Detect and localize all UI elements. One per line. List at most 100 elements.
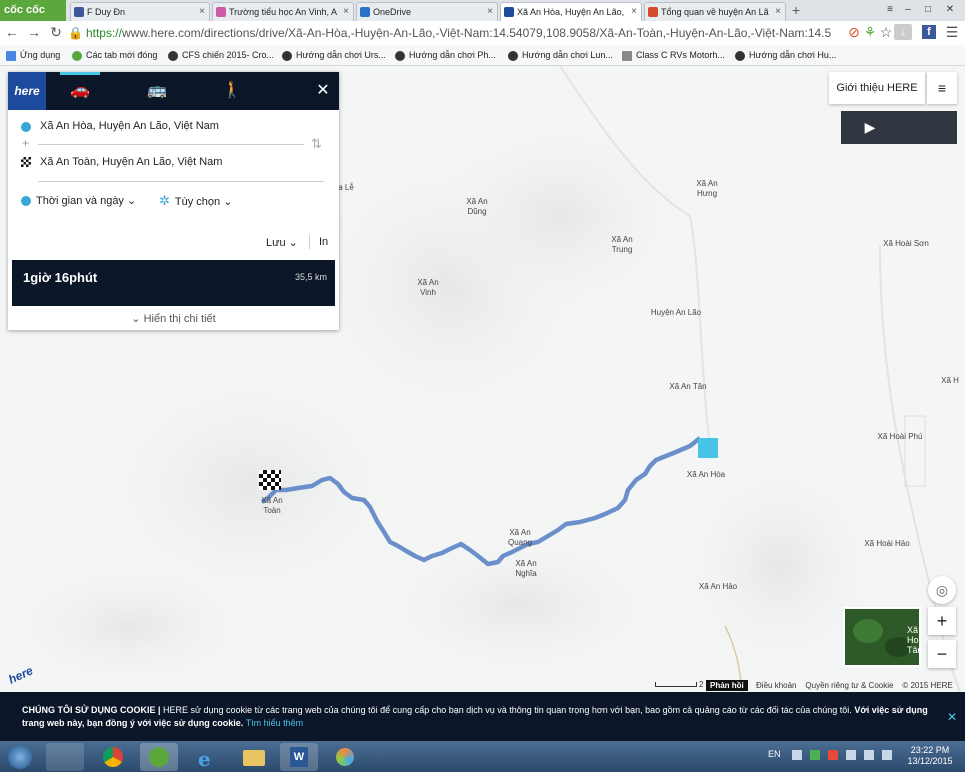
- tab-school[interactable]: Trường tiểu học An Vinh, A ×: [212, 2, 354, 21]
- facebook-icon[interactable]: f: [922, 25, 936, 39]
- satellite-label: Xã Hoài Tân: [907, 625, 921, 655]
- extension-icon[interactable]: ⚘: [862, 24, 878, 40]
- chrome-icon[interactable]: [94, 743, 132, 771]
- paint-icon[interactable]: [326, 743, 364, 771]
- language-indicator[interactable]: EN: [768, 749, 781, 759]
- back-arrow-icon[interactable]: ←: [4, 24, 20, 40]
- flag-icon[interactable]: [882, 750, 892, 760]
- coccoc-icon[interactable]: [140, 743, 178, 771]
- tab-close-icon[interactable]: ×: [487, 3, 493, 21]
- google-play-icon[interactable]: ▶: [841, 111, 899, 144]
- internet-explorer-icon[interactable]: e: [188, 743, 226, 771]
- bookmark-item[interactable]: Hướng dẫn chơi Ph...: [395, 48, 496, 62]
- show-details-link[interactable]: ⌄ Hiển thị chi tiết: [8, 312, 339, 325]
- here-logo[interactable]: here: [8, 72, 46, 110]
- forward-arrow-icon[interactable]: →: [26, 24, 42, 40]
- feedback-button[interactable]: Phản hồi: [706, 680, 748, 691]
- coccoc-logo: [149, 747, 169, 767]
- menu-icon[interactable]: ≡: [880, 2, 900, 18]
- zoom-out-button[interactable]: −: [928, 640, 956, 668]
- tab-close-icon[interactable]: ×: [631, 3, 637, 21]
- history-icon: [72, 50, 82, 61]
- destination-flag-icon[interactable]: [259, 470, 281, 490]
- download-icon[interactable]: ↓: [894, 24, 912, 40]
- bookmark-item[interactable]: CFS chiến 2015- Cro...: [168, 48, 274, 62]
- walk-icon[interactable]: 🚶: [212, 72, 252, 110]
- tab-close-icon[interactable]: ×: [775, 3, 781, 21]
- adblock-icon[interactable]: ⊘: [846, 24, 862, 40]
- save-button[interactable]: Lưu ⌄: [266, 236, 298, 249]
- place-label: Xã An Quang: [507, 528, 533, 547]
- destination-field[interactable]: Xã An Toàn, Huyện An Lão, Việt Nam: [40, 156, 222, 168]
- tab-close-icon[interactable]: ×: [343, 3, 349, 21]
- place-label: Xã An Nghĩa: [515, 559, 537, 578]
- volume-icon[interactable]: [846, 750, 856, 760]
- speaker-icon[interactable]: [792, 750, 802, 760]
- bookmark-item[interactable]: Hướng dẫn chơi Urs...: [282, 48, 386, 62]
- bookmark-label: Hướng dẫn chơi Hu...: [749, 50, 837, 60]
- place-label: Huyện An Lão: [650, 308, 702, 317]
- hamburger-menu-icon[interactable]: ≡: [927, 72, 957, 104]
- clock[interactable]: 23:22 PM 13/12/2015: [900, 745, 960, 767]
- minimize-button[interactable]: –: [898, 2, 918, 18]
- place-label: Xã Hoài Sơn: [883, 239, 929, 248]
- bookmark-apps[interactable]: Ứng dụng: [6, 48, 60, 62]
- window-close-button[interactable]: ✕: [940, 2, 960, 18]
- origin-marker[interactable]: [698, 438, 718, 458]
- privacy-link[interactable]: Quyền riêng tư & Cookie: [805, 681, 893, 690]
- intro-here-button[interactable]: Giới thiệu HERE: [829, 72, 925, 104]
- zoom-in-button[interactable]: +: [928, 607, 956, 635]
- terms-link[interactable]: Điều khoản: [756, 681, 796, 690]
- bookmark-item[interactable]: Class C RVs Motorh...: [622, 48, 725, 62]
- url-input[interactable]: 🔒 https://www.here.com/directions/drive/X…: [68, 24, 838, 42]
- tab-here-maps[interactable]: Xã An Hòa, Huyện An Lão, ×: [500, 2, 642, 21]
- origin-field[interactable]: Xã An Hòa, Huyện An Lão, Việt Nam: [40, 120, 219, 132]
- add-waypoint-icon[interactable]: +: [22, 136, 29, 150]
- settings-menu-icon[interactable]: ☰: [944, 24, 960, 40]
- tab-overview[interactable]: Tổng quan về huyện An Lã ×: [644, 2, 786, 21]
- swap-icon[interactable]: ⇅: [311, 136, 322, 152]
- start-button[interactable]: [2, 742, 38, 772]
- new-tab-button[interactable]: +: [792, 2, 800, 18]
- divider: [38, 181, 324, 182]
- bookmark-item[interactable]: Hướng dẫn chơi Lun...: [508, 48, 613, 62]
- tab-close-icon[interactable]: ×: [199, 3, 205, 21]
- car-icon[interactable]: 🚗: [60, 72, 100, 110]
- cookie-close-button[interactable]: ✕: [947, 710, 957, 724]
- locate-me-icon[interactable]: ◎: [928, 576, 956, 604]
- directions-panel: here 🚗 🚌 🚶 ✕ Xã An Hòa, Huyện An Lão, Vi…: [8, 72, 339, 330]
- word-icon[interactable]: W: [280, 743, 318, 771]
- bookmark-recent-tabs[interactable]: Các tab mới đóng: [72, 48, 157, 62]
- star-icon[interactable]: ☆: [878, 24, 894, 40]
- apple-icon[interactable]: [899, 111, 957, 144]
- terrain-patch: [853, 619, 883, 643]
- bookmark-label: CFS chiến 2015- Cro...: [182, 50, 275, 60]
- place-label: Xã An Toàn: [261, 496, 283, 515]
- media-player-icon[interactable]: [46, 743, 84, 771]
- close-panel-button[interactable]: ✕: [308, 72, 338, 110]
- tab-title: Xã An Hòa, Huyện An Lão,: [517, 7, 625, 17]
- bookmark-label: Các tab mới đóng: [86, 50, 158, 60]
- learn-more-link[interactable]: Tìm hiểu thêm: [246, 718, 304, 728]
- route-summary[interactable]: 1giờ 16phút 35,5 km: [12, 260, 335, 306]
- tab-facebook[interactable]: F Duy Đn ×: [70, 2, 210, 21]
- time-date-option[interactable]: Thời gian và ngày ⌄: [21, 194, 136, 207]
- copyright: © 2015 HERE: [902, 681, 953, 690]
- antivirus-icon[interactable]: [828, 750, 838, 760]
- route-options[interactable]: ✲ Tùy chọn ⌄: [159, 193, 232, 209]
- browser-logo[interactable]: cốc cốc: [0, 0, 66, 21]
- print-button[interactable]: In: [319, 236, 328, 248]
- satellite-view-thumbnail[interactable]: Xã Hoài Tân: [843, 607, 921, 667]
- maximize-button[interactable]: □: [918, 2, 938, 18]
- bookmark-label: Hướng dẫn chơi Urs...: [296, 50, 386, 60]
- route-duration: 1giờ 16phút: [23, 270, 98, 285]
- file-explorer-icon[interactable]: [234, 743, 272, 771]
- tray-app-icon[interactable]: [810, 750, 820, 760]
- bus-icon[interactable]: 🚌: [137, 72, 177, 110]
- bookmark-item[interactable]: Hướng dẫn chơi Hu...: [735, 48, 836, 62]
- reload-icon[interactable]: ↻: [48, 24, 64, 40]
- cookie-body: HERE sử dụng cookie từ các trang web của…: [160, 705, 855, 715]
- network-icon[interactable]: [864, 750, 874, 760]
- tab-onedrive[interactable]: OneDrive ×: [356, 2, 498, 21]
- tab-title: Trường tiểu học An Vinh, A: [229, 7, 337, 17]
